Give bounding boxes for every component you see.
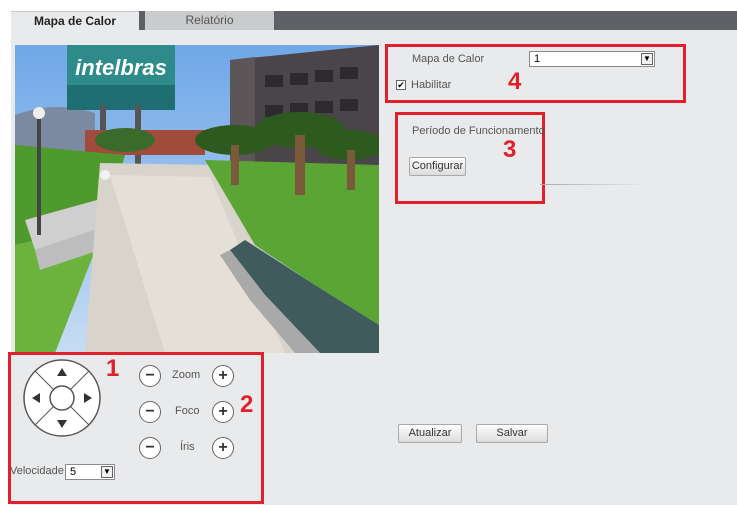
zoom-label: Zoom [172, 369, 201, 381]
marker-2: 2 [240, 391, 254, 418]
speed-select[interactable]: 5 ▼ [65, 464, 115, 480]
heatmap-select[interactable]: 1 ▼ [529, 51, 655, 67]
chevron-down-icon: ▼ [641, 53, 653, 65]
iris-label: Íris [180, 441, 195, 453]
tab-relatorio[interactable]: Relatório [145, 11, 274, 30]
zoom-in-button[interactable]: + [212, 365, 234, 387]
speed-select-value: 5 [70, 466, 77, 478]
heatmap-label: Mapa de Calor [412, 53, 485, 65]
speed-label: Velocidade [10, 465, 64, 477]
zoom-out-button[interactable]: − [139, 365, 161, 387]
save-button[interactable]: Salvar [476, 424, 548, 443]
chevron-down-icon: ▼ [101, 466, 113, 478]
tab-bar: Mapa de Calor Relatório [0, 0, 737, 31]
iris-open-button[interactable]: + [212, 437, 234, 459]
sign-text: intelbras [75, 55, 167, 80]
configure-button[interactable]: Configurar [409, 157, 466, 176]
focus-label: Foco [175, 405, 200, 417]
heatmap-select-value: 1 [534, 53, 541, 65]
focus-in-button[interactable]: + [212, 401, 234, 423]
period-label: Período de Funcionamento [412, 125, 545, 137]
tab-mapa-de-calor[interactable]: Mapa de Calor [11, 11, 139, 31]
iris-close-button[interactable]: − [139, 437, 161, 459]
tab-strip [274, 11, 737, 30]
camera-preview: intelbras [15, 45, 379, 353]
enable-checkbox[interactable]: ✔ [396, 80, 406, 90]
focus-out-button[interactable]: − [139, 401, 161, 423]
marker-3: 3 [503, 136, 517, 163]
camera-scene-image: intelbras [15, 45, 379, 353]
ptz-direction-pad[interactable] [22, 358, 102, 438]
enable-label: Habilitar [411, 79, 452, 91]
divider [540, 184, 650, 185]
marker-4: 4 [508, 68, 522, 95]
marker-1: 1 [106, 355, 120, 382]
refresh-button[interactable]: Atualizar [398, 424, 462, 443]
